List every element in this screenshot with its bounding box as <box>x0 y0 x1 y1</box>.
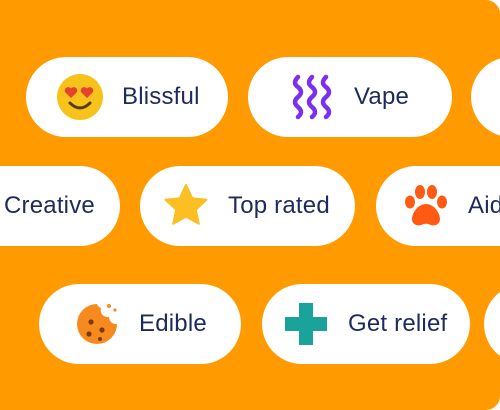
chip-label: Top rated <box>228 192 330 219</box>
chip-label: Blissful <box>122 83 200 110</box>
chip-label: Edible <box>139 310 207 337</box>
vape-waves-icon <box>288 73 336 121</box>
chip-label: Creative <box>4 192 95 219</box>
cookie-icon <box>73 300 121 348</box>
chip-blissful[interactable]: Blissful <box>26 57 228 137</box>
chip-edible[interactable]: Edible <box>39 284 241 364</box>
plus-cross-icon <box>282 300 330 348</box>
chip-partial-edge[interactable] <box>484 284 500 364</box>
chip-label: Vape <box>354 83 410 110</box>
chip-vape[interactable]: Vape <box>248 57 452 137</box>
star-icon <box>162 182 210 230</box>
chip-partial-edge[interactable] <box>471 57 500 137</box>
chip-creative[interactable]: Creative <box>0 166 120 246</box>
paw-icon <box>402 182 450 230</box>
chip-label: Get relief <box>348 310 448 337</box>
chip-get-relief[interactable]: Get relief <box>262 284 470 364</box>
chip-label: Aid <box>468 192 500 219</box>
chip-top-rated[interactable]: Top rated <box>140 166 355 246</box>
category-chip-panel: Blissful Vape Creative Top rated Aid Edi… <box>0 0 500 410</box>
heart-eyes-emoji-icon <box>56 73 104 121</box>
chip-aid[interactable]: Aid <box>376 166 500 246</box>
